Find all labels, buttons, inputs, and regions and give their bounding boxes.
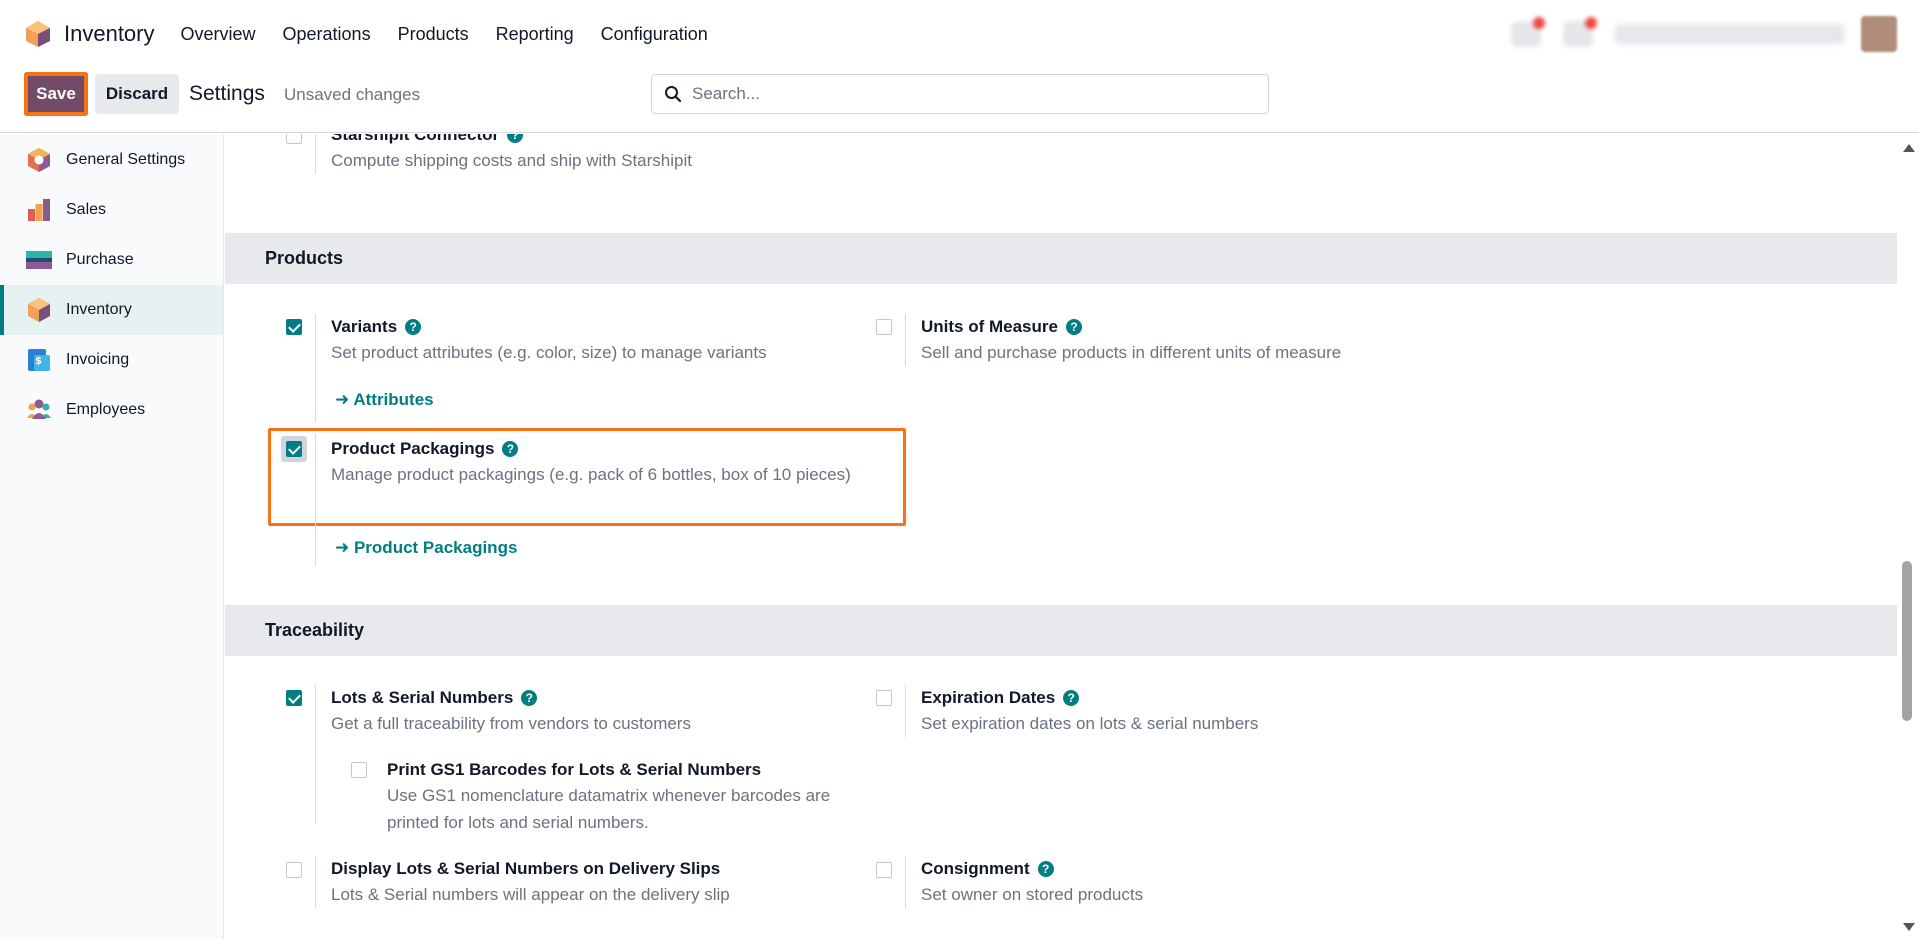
product-packagings-desc: Manage product packagings (e.g. pack of …	[331, 465, 851, 484]
starshipit-desc: Compute shipping costs and ship with Sta…	[331, 151, 692, 170]
lots-serial-desc: Get a full traceability from vendors to …	[331, 714, 691, 733]
sidebar-item-sales[interactable]: Sales	[0, 185, 223, 235]
gs1-barcodes-checkbox[interactable]	[351, 762, 367, 778]
menu-reporting[interactable]: Reporting	[496, 24, 574, 45]
variants-checkbox[interactable]	[286, 319, 302, 335]
product-packagings-link[interactable]: ➜ Product Packagings	[335, 538, 517, 558]
unsaved-status: Unsaved changes	[284, 85, 421, 104]
menu-operations[interactable]: Operations	[283, 24, 371, 45]
sidebar-item-purchase[interactable]: Purchase	[0, 235, 223, 285]
chat-icon[interactable]	[1511, 17, 1545, 47]
control-panel: Save Discard Settings Unsaved changes	[0, 68, 1919, 133]
invoicing-icon: $	[28, 349, 50, 371]
attributes-link[interactable]: ➜ Attributes	[335, 390, 434, 410]
employees-icon	[27, 399, 51, 419]
sidebar-item-label: Sales	[66, 201, 107, 218]
scroll-down-arrow-icon[interactable]	[1903, 923, 1915, 931]
sidebar-item-label: Inventory	[66, 301, 132, 318]
divider	[315, 134, 316, 174]
sidebar-item-label: Employees	[66, 401, 146, 418]
search-icon	[665, 86, 682, 103]
scroll-thumb[interactable]	[1902, 561, 1912, 721]
scroll-up-arrow-icon[interactable]	[1903, 144, 1915, 152]
divider	[905, 314, 906, 366]
display-lots-checkbox[interactable]	[286, 862, 302, 878]
section-products: Products	[225, 233, 1897, 284]
app-name[interactable]: Inventory	[64, 21, 155, 47]
sidebar-item-label: Invoicing	[66, 351, 130, 368]
settings-sidebar: General Settings Sales Purchase Inventor…	[0, 134, 224, 939]
divider	[315, 314, 316, 422]
consignment-title: Consignment?	[921, 859, 1054, 879]
help-icon[interactable]: ?	[405, 319, 422, 335]
help-icon[interactable]: ?	[502, 441, 519, 457]
sidebar-item-label: Purchase	[66, 251, 134, 268]
purchase-icon	[26, 251, 52, 269]
display-lots-desc: Lots & Serial numbers will appear on the…	[331, 885, 730, 904]
inventory-app-icon[interactable]	[24, 20, 52, 48]
discard-button[interactable]: Discard	[95, 74, 179, 114]
product-packagings-checkbox[interactable]	[286, 441, 302, 457]
sidebar-item-label: General Settings	[66, 151, 186, 168]
sidebar-item-general-settings[interactable]: General Settings	[0, 135, 223, 185]
uom-title: Units of Measure?	[921, 317, 1082, 337]
variants-title: Variants?	[331, 317, 422, 337]
help-icon[interactable]: ?	[1063, 690, 1080, 706]
lots-serial-title: Lots & Serial Numbers?	[331, 688, 538, 708]
settings-content: Starshipit Connector? Compute shipping c…	[225, 134, 1897, 939]
sales-chart-icon	[28, 199, 50, 221]
page-title: Settings	[189, 82, 265, 105]
search-box[interactable]	[651, 74, 1269, 114]
inventory-box-icon	[28, 298, 50, 322]
uom-checkbox[interactable]	[876, 319, 892, 335]
menu-overview[interactable]: Overview	[181, 24, 256, 45]
menu-products[interactable]: Products	[398, 24, 469, 45]
menu-configuration[interactable]: Configuration	[601, 24, 708, 45]
sidebar-item-invoicing[interactable]: $ Invoicing	[0, 335, 223, 385]
expiration-dates-checkbox[interactable]	[876, 690, 892, 706]
divider	[905, 685, 906, 737]
consignment-checkbox[interactable]	[876, 862, 892, 878]
gs1-barcodes-title: Print GS1 Barcodes for Lots & Serial Num…	[387, 760, 762, 779]
help-icon[interactable]: ?	[507, 134, 524, 143]
lots-serial-checkbox[interactable]	[286, 690, 302, 706]
sidebar-item-employees[interactable]: Employees	[0, 385, 223, 435]
company-switcher[interactable]	[1615, 24, 1845, 44]
starshipit-checkbox[interactable]	[286, 134, 302, 144]
section-traceability: Traceability	[225, 605, 1897, 656]
divider	[315, 434, 316, 566]
starshipit-title: Starshipit Connector?	[331, 134, 524, 145]
expiration-dates-title: Expiration Dates?	[921, 688, 1080, 708]
consignment-desc: Set owner on stored products	[921, 885, 1144, 904]
save-button[interactable]: Save	[24, 72, 88, 116]
user-avatar[interactable]	[1861, 16, 1897, 52]
divider	[315, 856, 316, 908]
vertical-scrollbar[interactable]	[1897, 134, 1919, 939]
gs1-barcodes-desc: Use GS1 nomenclature datamatrix whenever…	[387, 786, 831, 832]
variants-desc: Set product attributes (e.g. color, size…	[331, 343, 767, 362]
divider	[315, 685, 316, 823]
help-icon[interactable]: ?	[1037, 861, 1054, 877]
product-packagings-title: Product Packagings?	[331, 439, 519, 459]
display-lots-title: Display Lots & Serial Numbers on Deliver…	[331, 859, 721, 878]
top-navbar: Inventory Overview Operations Products R…	[0, 0, 1919, 68]
expiration-dates-desc: Set expiration dates on lots & serial nu…	[921, 714, 1259, 733]
setting-starshipit: Starshipit Connector? Compute shipping c…	[225, 134, 1025, 194]
search-input[interactable]	[692, 84, 1252, 104]
systray	[1511, 16, 1897, 52]
odoo-settings-icon	[28, 148, 50, 172]
help-icon[interactable]: ?	[521, 690, 538, 706]
uom-desc: Sell and purchase products in different …	[921, 343, 1342, 362]
svg-text:$: $	[35, 356, 42, 367]
help-icon[interactable]: ?	[1065, 319, 1082, 335]
activity-icon[interactable]	[1563, 17, 1597, 47]
sidebar-item-inventory[interactable]: Inventory	[0, 285, 223, 335]
divider	[905, 856, 906, 908]
